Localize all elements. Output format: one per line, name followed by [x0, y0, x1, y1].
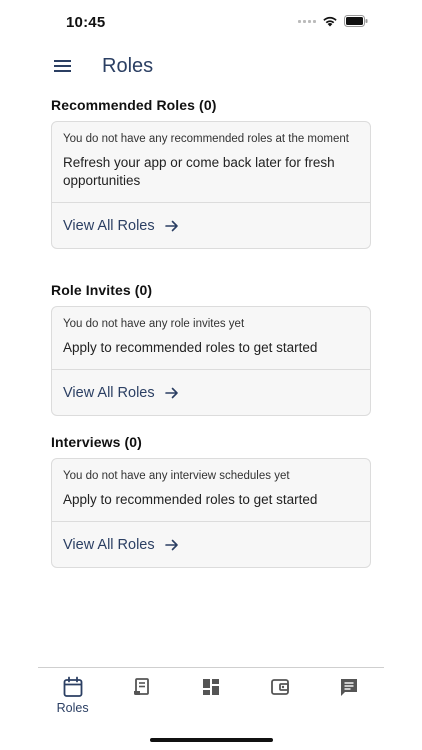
link-label: View All Roles — [63, 536, 155, 553]
section-title: Recommended Roles (0) — [51, 97, 217, 113]
role-invites-section: Role Invites (0) You do not have any rol… — [51, 282, 371, 416]
hamburger-menu-icon — [54, 59, 71, 72]
dashboard-icon — [203, 679, 219, 695]
wallet-icon — [271, 679, 290, 695]
status-bar: 10:45 — [0, 0, 422, 44]
tab-messages[interactable] — [315, 668, 384, 727]
card-note: You do not have any recommended roles at… — [63, 133, 349, 145]
arrow-right-icon — [164, 539, 179, 551]
home-indicator — [150, 738, 273, 742]
recommended-roles-card: You do not have any recommended roles at… — [51, 121, 371, 249]
chat-icon — [341, 679, 358, 696]
tab-documents[interactable] — [107, 668, 176, 727]
signal-icon — [298, 19, 316, 23]
recommended-roles-section: Recommended Roles (0) You do not have an… — [51, 97, 371, 249]
card-message: Apply to recommended roles to get starte… — [63, 492, 318, 507]
arrow-right-icon — [164, 220, 179, 232]
view-all-roles-link[interactable]: View All Roles — [52, 203, 370, 248]
card-note: You do not have any interview schedules … — [63, 470, 290, 482]
role-invites-card: You do not have any role invites yet App… — [51, 306, 371, 416]
section-title: Interviews (0) — [51, 434, 142, 450]
tab-roles[interactable]: Roles — [38, 668, 107, 727]
link-label: View All Roles — [63, 217, 155, 234]
receipt-icon — [133, 678, 149, 695]
interviews-card: You do not have any interview schedules … — [51, 458, 371, 568]
arrow-right-icon — [164, 387, 179, 399]
battery-icon — [344, 15, 368, 27]
card-message: Apply to recommended roles to get starte… — [63, 340, 318, 355]
interviews-section: Interviews (0) You do not have any inter… — [51, 434, 371, 568]
card-message: Refresh your app or come back later for … — [63, 155, 335, 188]
bottom-tab-bar: Roles — [38, 667, 384, 727]
card-body: You do not have any role invites yet App… — [52, 307, 370, 370]
page-title: Roles — [102, 55, 154, 77]
section-title: Role Invites (0) — [51, 282, 153, 298]
card-note: You do not have any role invites yet — [63, 318, 245, 330]
tab-label: Roles — [56, 701, 89, 715]
tab-dashboard[interactable] — [176, 668, 245, 727]
view-all-roles-link[interactable]: View All Roles — [52, 370, 370, 415]
menu-button[interactable] — [52, 56, 74, 78]
link-label: View All Roles — [63, 384, 155, 401]
calendar-icon — [63, 676, 82, 697]
status-time: 10:45 — [66, 14, 106, 31]
card-body: You do not have any interview schedules … — [52, 459, 370, 522]
view-all-roles-link[interactable]: View All Roles — [52, 522, 370, 567]
status-icons — [298, 15, 368, 27]
wifi-icon — [323, 16, 337, 27]
card-body: You do not have any recommended roles at… — [52, 122, 370, 203]
tab-wallet[interactable] — [246, 668, 315, 727]
app-header: Roles — [0, 52, 422, 82]
